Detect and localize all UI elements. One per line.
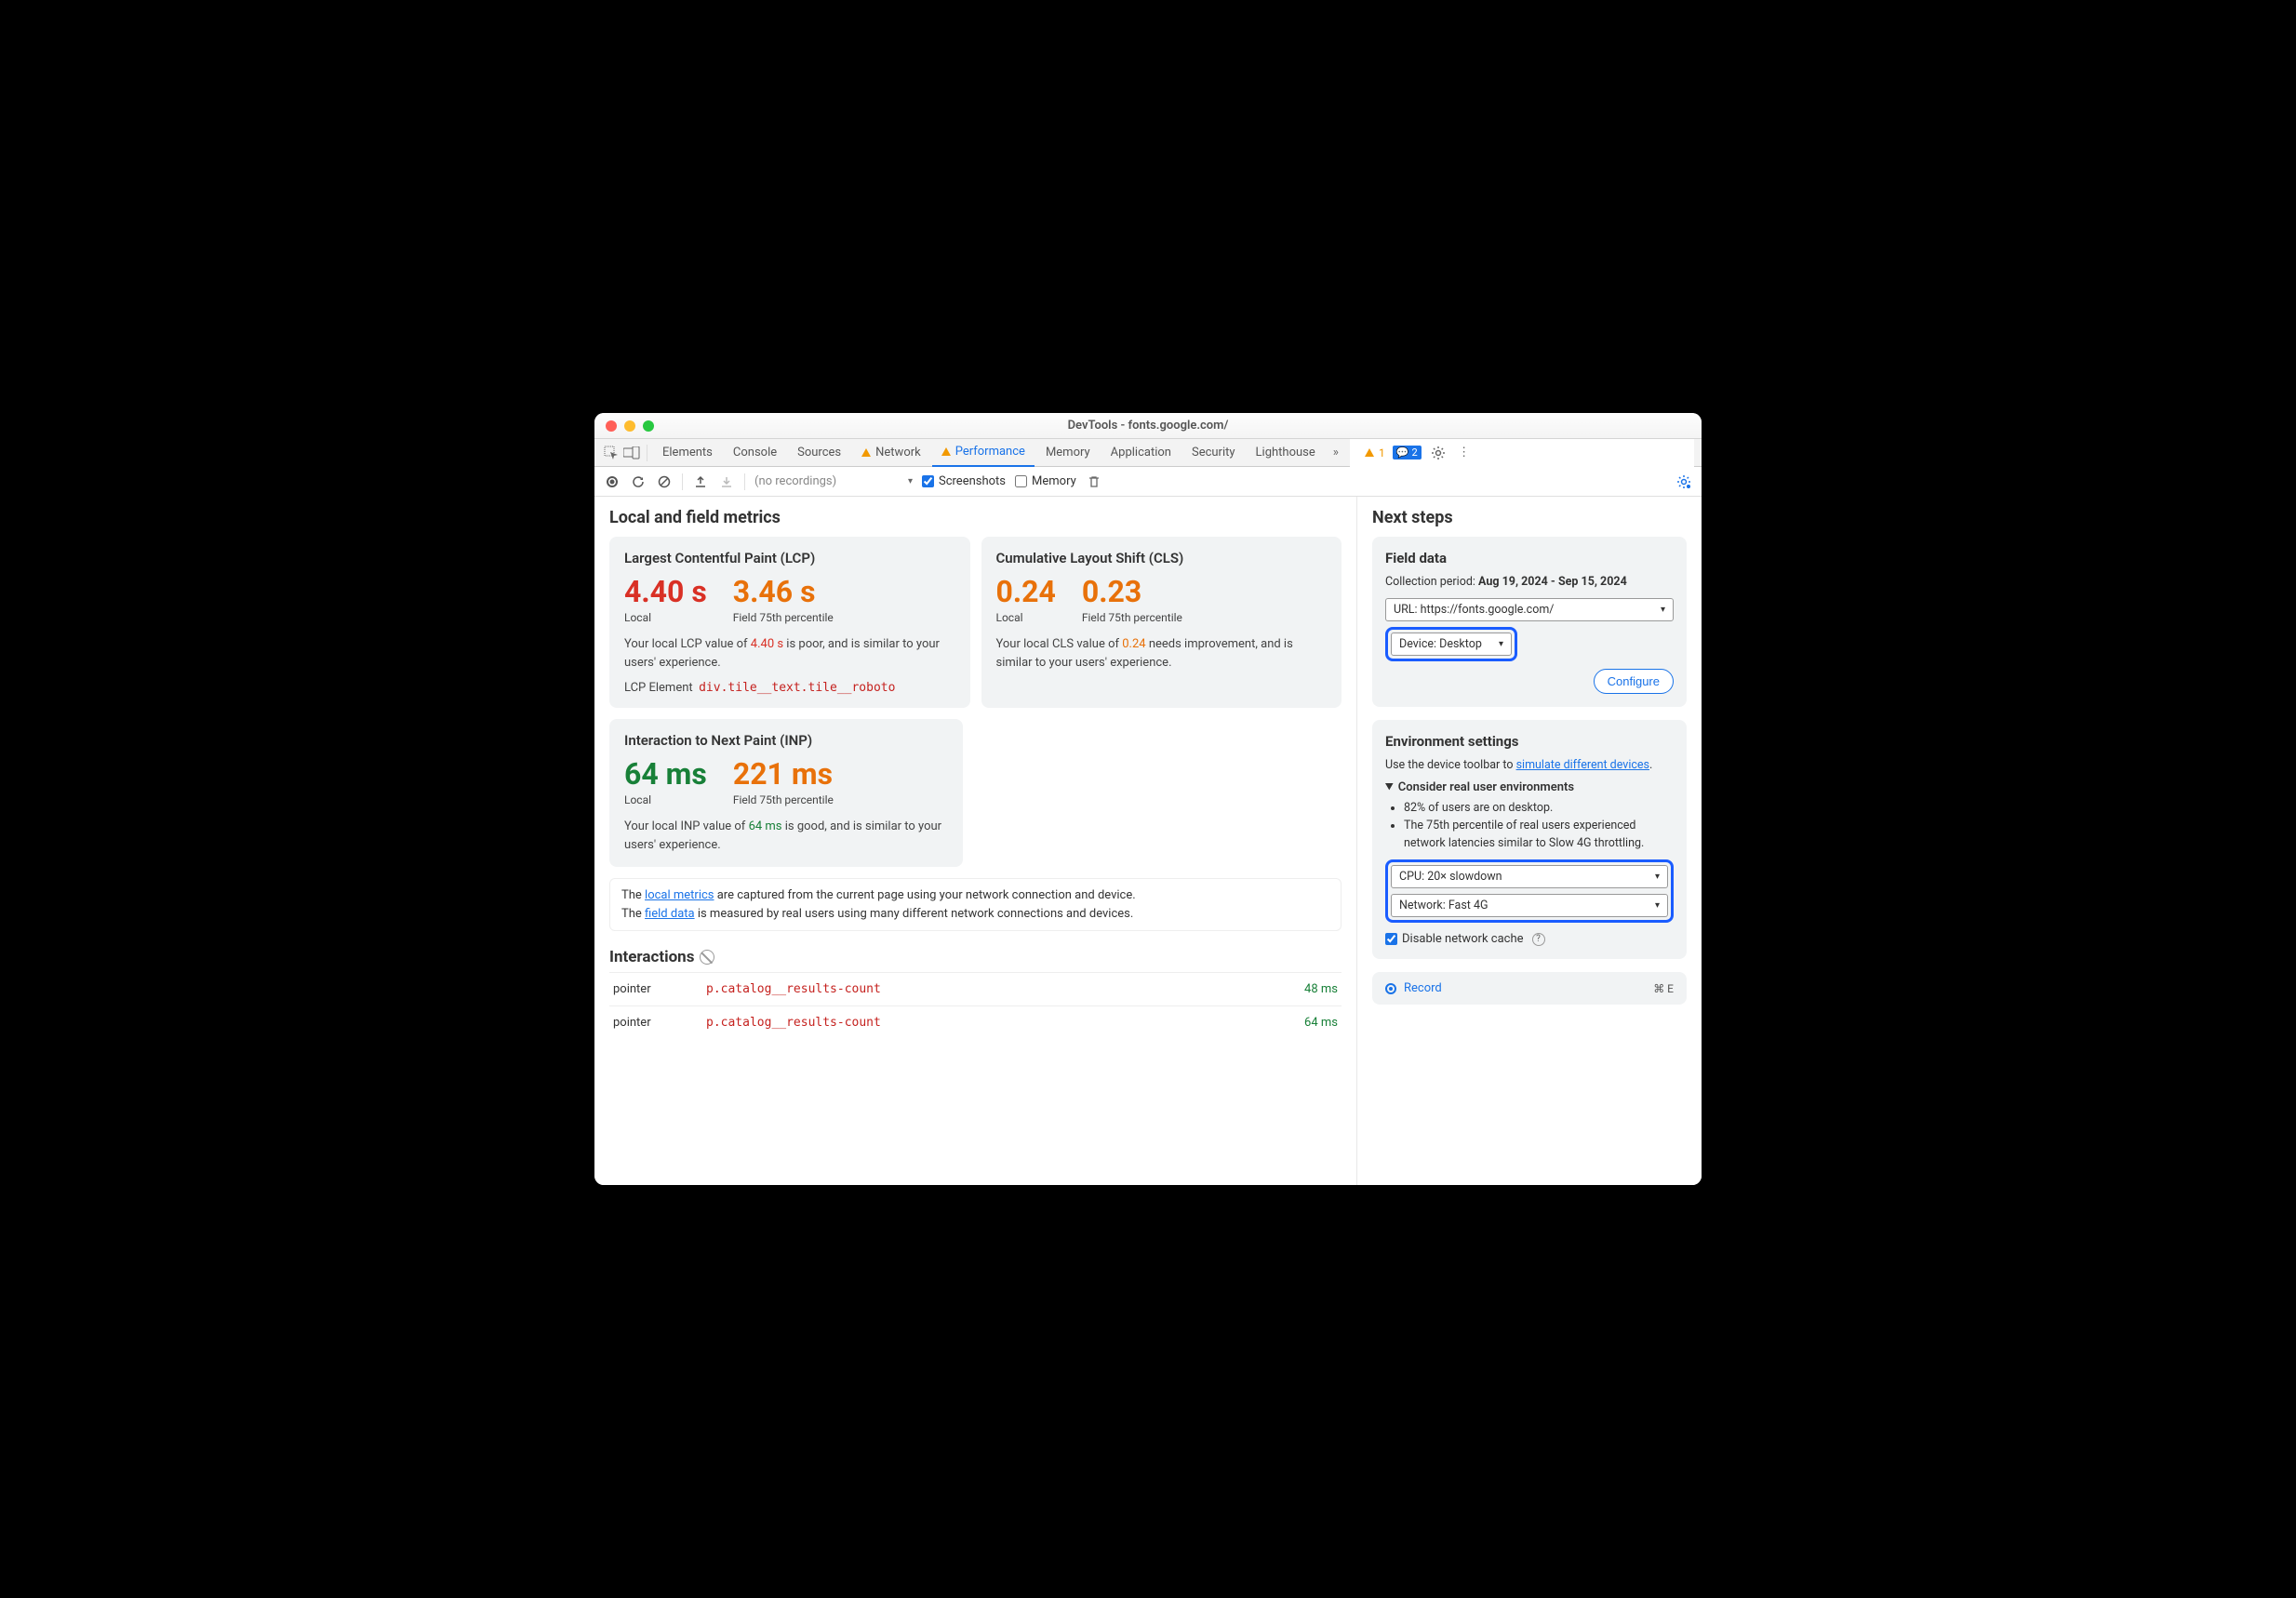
record-pane: Record ⌘ E: [1372, 972, 1687, 1005]
clear-icon[interactable]: [656, 473, 673, 490]
metrics-note: The local metrics are captured from the …: [609, 878, 1342, 931]
no-interactions-icon: [700, 950, 714, 965]
cls-field-value: 0.23: [1082, 574, 1182, 609]
reload-icon[interactable]: [630, 473, 647, 490]
inp-field-label: Field 75th percentile: [733, 793, 834, 806]
devtools-window: DevTools - fonts.google.com/ Elements Co…: [594, 413, 1702, 1185]
kebab-menu-icon[interactable]: ⋮: [1455, 444, 1474, 462]
trash-icon[interactable]: [1086, 473, 1102, 490]
cls-local-label: Local: [996, 611, 1056, 624]
inp-field-value: 221 ms: [733, 756, 834, 792]
lcp-local-label: Local: [624, 611, 707, 624]
cls-description: Your local CLS value of 0.24 needs impro…: [996, 635, 1328, 672]
next-steps-header: Next steps: [1372, 508, 1687, 527]
inp-description: Your local INP value of 64 ms is good, a…: [624, 818, 948, 854]
network-throttle-select[interactable]: Network: Fast 4G: [1391, 894, 1668, 917]
configure-button[interactable]: Configure: [1594, 669, 1674, 694]
upload-icon[interactable]: [692, 473, 709, 490]
tab-security[interactable]: Security: [1182, 439, 1245, 467]
tab-application[interactable]: Application: [1101, 439, 1181, 467]
tab-performance[interactable]: Performance: [932, 439, 1035, 467]
inspect-icon[interactable]: [602, 444, 621, 462]
next-steps-panel: Next steps Field data Collection period:…: [1357, 497, 1702, 1185]
download-icon[interactable]: [718, 473, 735, 490]
cls-card: Cumulative Layout Shift (CLS) 0.24 Local…: [981, 537, 1342, 708]
field-data-link[interactable]: field data: [645, 907, 695, 921]
interaction-row[interactable]: pointer p.catalog__results-count 64 ms: [609, 1005, 1342, 1039]
info-badge[interactable]: 💬 2: [1393, 446, 1422, 459]
record-button[interactable]: Record: [1385, 981, 1442, 995]
inp-title: Interaction to Next Paint (INP): [624, 732, 948, 749]
record-circle-icon[interactable]: [604, 473, 621, 490]
env-title: Environment settings: [1385, 733, 1674, 750]
more-tabs-icon[interactable]: »: [1327, 444, 1345, 462]
tab-console[interactable]: Console: [724, 439, 786, 467]
minimize-icon[interactable]: [624, 420, 635, 432]
main-content: Local and field metrics Largest Contentf…: [594, 497, 1702, 1185]
record-icon: [1385, 983, 1396, 994]
lcp-field-label: Field 75th percentile: [733, 611, 834, 624]
local-metrics-link[interactable]: local metrics: [645, 888, 714, 902]
cls-title: Cumulative Layout Shift (CLS): [996, 550, 1328, 566]
disable-cache-checkbox[interactable]: Disable network cache?: [1385, 932, 1674, 946]
lcp-field-value: 3.46 s: [733, 574, 834, 609]
inp-card: Interaction to Next Paint (INP) 64 ms Lo…: [609, 719, 963, 867]
metrics-panel: Local and field metrics Largest Contentf…: [594, 497, 1357, 1185]
device-toolbar-icon[interactable]: [622, 444, 641, 462]
cpu-throttle-select[interactable]: CPU: 20× slowdown: [1391, 865, 1668, 888]
cls-local-value: 0.24: [996, 574, 1056, 609]
lcp-local-value: 4.40 s: [624, 574, 707, 609]
simulate-devices-link[interactable]: simulate different devices: [1516, 758, 1649, 772]
tab-elements[interactable]: Elements: [653, 439, 722, 467]
field-data-title: Field data: [1385, 550, 1674, 566]
environment-pane: Environment settings Use the device tool…: [1372, 720, 1687, 960]
close-icon[interactable]: [606, 420, 617, 432]
field-data-pane: Field data Collection period: Aug 19, 20…: [1372, 537, 1687, 707]
inp-local-label: Local: [624, 793, 707, 806]
traffic-lights: [606, 420, 654, 432]
tab-lighthouse[interactable]: Lighthouse: [1247, 439, 1325, 467]
interaction-row[interactable]: pointer p.catalog__results-count 48 ms: [609, 972, 1342, 1005]
lcp-element[interactable]: LCP Element div.tile__text.tile__roboto: [624, 681, 955, 695]
window-title: DevTools - fonts.google.com/: [594, 419, 1702, 433]
warning-badge[interactable]: 1: [1365, 446, 1385, 459]
panel-settings-gear-icon[interactable]: [1675, 473, 1692, 490]
consider-details[interactable]: Consider real user environments 82% of u…: [1385, 780, 1674, 852]
env-hint: Use the device toolbar to simulate diffe…: [1385, 757, 1674, 774]
collection-period: Collection period: Aug 19, 2024 - Sep 15…: [1385, 574, 1674, 591]
interactions-header: Interactions: [609, 948, 1342, 966]
metrics-header: Local and field metrics: [609, 508, 1342, 527]
tab-memory[interactable]: Memory: [1036, 439, 1100, 467]
lcp-title: Largest Contentful Paint (LCP): [624, 550, 955, 566]
record-shortcut: ⌘ E: [1653, 982, 1674, 995]
tab-network[interactable]: Network: [852, 439, 930, 467]
url-select[interactable]: URL: https://fonts.google.com/: [1385, 598, 1674, 621]
lcp-card: Largest Contentful Paint (LCP) 4.40 s Lo…: [609, 537, 970, 708]
memory-checkbox[interactable]: Memory: [1015, 474, 1076, 488]
device-select[interactable]: Device: Desktop: [1391, 633, 1512, 656]
env-bullet: 82% of users are on desktop.: [1404, 800, 1674, 818]
lcp-description: Your local LCP value of 4.40 s is poor, …: [624, 635, 955, 672]
tab-sources[interactable]: Sources: [788, 439, 850, 467]
settings-gear-icon[interactable]: [1429, 444, 1448, 462]
env-bullet: The 75th percentile of real users experi…: [1404, 818, 1674, 853]
screenshots-checkbox[interactable]: Screenshots: [922, 474, 1006, 488]
recordings-dropdown[interactable]: (no recordings): [754, 474, 913, 488]
zoom-icon[interactable]: [643, 420, 654, 432]
titlebar: DevTools - fonts.google.com/: [594, 413, 1702, 439]
cls-field-label: Field 75th percentile: [1082, 611, 1182, 624]
inp-local-value: 64 ms: [624, 756, 707, 792]
help-icon[interactable]: ?: [1532, 933, 1545, 946]
tabbar: Elements Console Sources Network Perform…: [594, 439, 1702, 467]
